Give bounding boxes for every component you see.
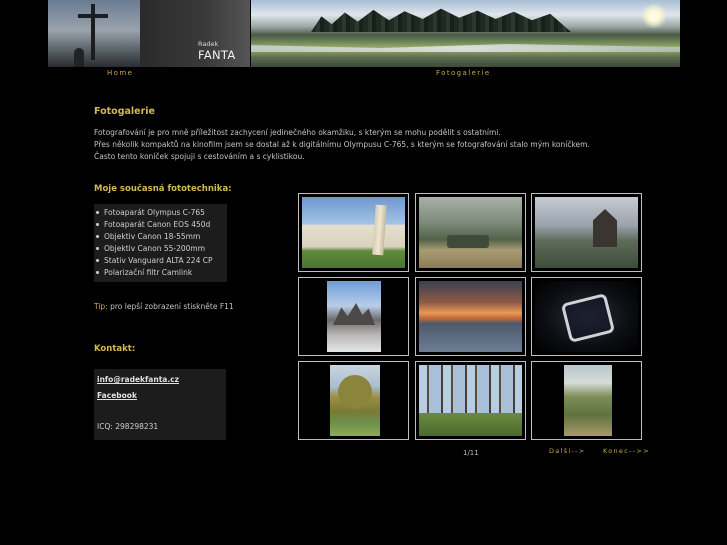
photo-sunset	[419, 281, 522, 352]
nav-gallery-link[interactable]: Fotogalerie	[436, 69, 491, 77]
photo-peaks	[327, 281, 381, 352]
gallery-thumbnail-tree[interactable]	[298, 361, 409, 440]
cross-icon	[91, 4, 95, 60]
equipment-list: Fotoaparát Olympus C-765 Fotoaparát Cano…	[94, 204, 227, 279]
icq-number: ICQ: 298298231	[97, 422, 159, 431]
header-banner: Radek FANTA	[48, 0, 680, 67]
person-silhouette	[74, 48, 84, 67]
gallery-thumbnail-valley[interactable]	[531, 361, 642, 440]
contact-heading: Kontakt:	[94, 344, 136, 354]
equipment-item: Fotoaparát Olympus C-765	[96, 207, 227, 219]
gallery-thumbnail-tank[interactable]	[415, 193, 526, 272]
page-indicator: 1/11	[463, 449, 479, 457]
gallery-thumbnail-pisa[interactable]	[298, 193, 409, 272]
gallery-thumbnail-peaks[interactable]	[298, 277, 409, 356]
tip-note: Tip: pro lepší zobrazení stiskněte F11	[94, 302, 234, 311]
gallery-thumbnail-chapel[interactable]	[531, 193, 642, 272]
intro-line: Fotografování je pro mně příležitost zac…	[94, 128, 501, 137]
photo-valley	[564, 365, 612, 436]
river-shape	[251, 44, 680, 52]
tip-text: pro lepší zobrazení stiskněte F11	[107, 302, 234, 311]
page-title: Fotogalerie	[94, 106, 155, 117]
sun-icon	[641, 3, 667, 29]
tip-label: Tip:	[94, 302, 108, 311]
cross-icon-bar	[78, 14, 108, 18]
banner-brand-panel: Radek FANTA	[140, 0, 250, 67]
photo-pisa	[302, 197, 405, 268]
forest-silhouette	[311, 8, 571, 32]
equipment-item: Objektiv Canon 18-55mm	[96, 231, 227, 243]
nav-home-link[interactable]: Home	[107, 69, 133, 77]
contact-box: info@radekfanta.cz Facebook ICQ: 2982982…	[94, 369, 226, 440]
intro-text: Fotografování je pro mně příležitost zac…	[94, 127, 594, 163]
banner-cross-photo	[48, 0, 140, 67]
intro-line: Často tento koníček spojuji s cestováním…	[94, 152, 305, 161]
facebook-link[interactable]: Facebook	[97, 391, 137, 400]
photo-stadium	[535, 281, 638, 352]
equipment-item: Fotoaparát Canon EOS 450d	[96, 219, 227, 231]
email-link[interactable]: info@radekfanta.cz	[97, 375, 179, 384]
photo-gallery	[298, 193, 646, 441]
banner-landscape-photo	[251, 0, 680, 67]
equipment-item: Polarizační filtr Camlink	[96, 267, 227, 279]
equipment-heading: Moje současná fototechnika:	[94, 184, 232, 194]
gallery-thumbnail-forest[interactable]	[415, 361, 526, 440]
photo-forest	[419, 365, 522, 436]
equipment-list-box: Fotoaparát Olympus C-765 Fotoaparát Cano…	[94, 204, 227, 282]
equipment-item: Stativ Vanguard ALTA 224 CP	[96, 255, 227, 267]
equipment-item: Objektiv Canon 55-200mm	[96, 243, 227, 255]
gallery-thumbnail-sunset[interactable]	[415, 277, 526, 356]
gallery-thumbnail-stadium[interactable]	[531, 277, 642, 356]
brand-last-name: FANTA	[198, 48, 236, 62]
photo-tank	[419, 197, 522, 268]
brand-first-name: Radek	[198, 40, 219, 48]
intro-line: Přes několik kompaktů na kinofilm jsem s…	[94, 140, 590, 149]
photo-chapel	[535, 197, 638, 268]
photo-tree	[330, 365, 380, 436]
last-page-link[interactable]: Konec-->>	[603, 447, 650, 455]
next-page-link[interactable]: Další-->	[549, 447, 586, 455]
